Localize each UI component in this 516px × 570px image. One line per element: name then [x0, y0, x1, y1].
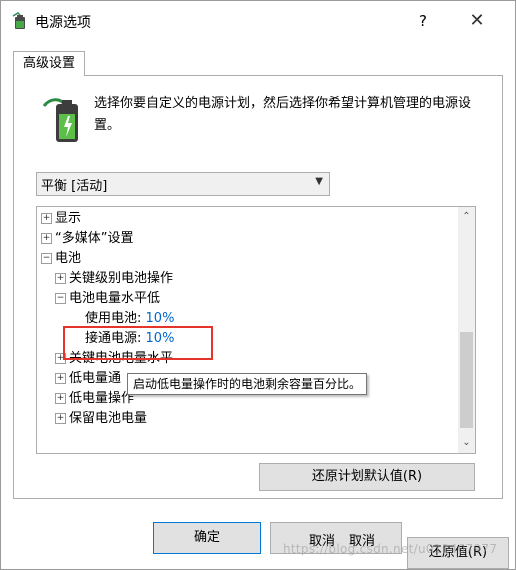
tree-item-low-battery-level[interactable]: − 电池电量水平低 — [55, 289, 160, 309]
expand-icon[interactable]: + — [55, 393, 66, 404]
expand-icon[interactable]: + — [41, 233, 52, 244]
tree-item-label: 显示 — [55, 211, 82, 226]
setting-value-link[interactable]: 10% — [146, 331, 175, 346]
restore-plan-defaults-button[interactable]: 还原计划默认值(R) — [259, 463, 475, 491]
scroll-down-icon[interactable]: ⌄ — [458, 435, 475, 451]
battery-plug-icon — [12, 12, 25, 29]
collapse-icon[interactable]: − — [55, 293, 66, 304]
power-options-dialog: 电源选项 ? ✕ 高级设置 选择你要自定义的电源计划，然后选择你希望计算机管理的… — [0, 0, 516, 570]
tab-advanced-settings[interactable]: 高级设置 — [13, 51, 85, 76]
tree-item-label: 保留电池电量 — [69, 411, 148, 426]
ok-button[interactable]: 确定 — [153, 522, 261, 554]
tree-item-critical-battery-level[interactable]: + 关键电池电量水平 — [55, 349, 173, 369]
scroll-thumb[interactable] — [460, 332, 473, 428]
tree-item-low-battery-action[interactable]: + 低电量操作 — [55, 389, 134, 409]
collapse-icon[interactable]: − — [41, 253, 52, 264]
tree-item-label: 电池电量水平低 — [69, 291, 161, 306]
expand-icon[interactable]: + — [55, 353, 66, 364]
power-plan-dropdown[interactable]: 平衡 [活动] ▼ — [36, 172, 330, 196]
vertical-scrollbar[interactable]: ⌃ ⌄ — [458, 207, 475, 453]
tree-item-label: 关键电池电量水平 — [69, 351, 174, 366]
tree-item-display[interactable]: + 显示 — [41, 209, 81, 229]
expand-icon[interactable]: + — [41, 213, 52, 224]
expand-icon[interactable]: + — [55, 413, 66, 424]
title-bar: 电源选项 ? ✕ — [1, 1, 515, 41]
tree-item-label: 低电量通 — [69, 371, 122, 386]
expand-icon[interactable]: + — [55, 273, 66, 284]
tree-item-multimedia[interactable]: + “多媒体”设置 — [41, 229, 133, 249]
setting-value-link[interactable]: 10% — [146, 311, 175, 326]
advanced-settings-panel: 选择你要自定义的电源计划，然后选择你希望计算机管理的电源设置。 平衡 [活动] … — [13, 75, 503, 499]
tree-item-reserve-battery-level[interactable]: + 保留电池电量 — [55, 409, 147, 429]
description-text: 选择你要自定义的电源计划，然后选择你希望计算机管理的电源设置。 — [94, 96, 472, 133]
tree-item-label: 电池 — [55, 251, 82, 266]
setting-on-battery[interactable]: 使用电池: 10% — [85, 309, 174, 329]
tree-item-critical-battery-action[interactable]: + 关键级别电池操作 — [55, 269, 173, 289]
tree-item-label: 关键级别电池操作 — [69, 271, 174, 286]
power-plan-value: 平衡 [活动] — [41, 179, 108, 194]
battery-icon — [42, 98, 78, 142]
settings-tree[interactable]: + 显示 + “多媒体”设置 − 电池 + 关键级别电池操作 − 电池电量水平低 使用电池… — [36, 206, 476, 454]
window-title: 电源选项 — [35, 15, 91, 31]
setting-plugged-in[interactable]: 接通电源: 10% — [85, 329, 174, 349]
tree-item-low-battery-notification[interactable]: + 低电量通 — [55, 369, 121, 389]
expand-icon[interactable]: + — [55, 373, 66, 384]
chevron-down-icon: ▼ — [315, 176, 323, 187]
tree-item-label: 低电量操作 — [69, 391, 135, 406]
tree-item-label: “多媒体”设置 — [55, 231, 134, 246]
scroll-up-icon[interactable]: ⌃ — [458, 209, 475, 225]
tooltip: 启动低电量操作时的电池剩余容量百分比。 — [127, 373, 368, 395]
tree-item-battery[interactable]: − 电池 — [41, 249, 81, 269]
setting-label: 使用电池: — [85, 311, 142, 326]
watermark: https://blog.csdn.net/u011407977 — [283, 542, 498, 556]
help-button[interactable]: ? — [408, 5, 438, 37]
close-button[interactable]: ✕ — [457, 5, 497, 37]
setting-label: 接通电源: — [85, 331, 142, 346]
